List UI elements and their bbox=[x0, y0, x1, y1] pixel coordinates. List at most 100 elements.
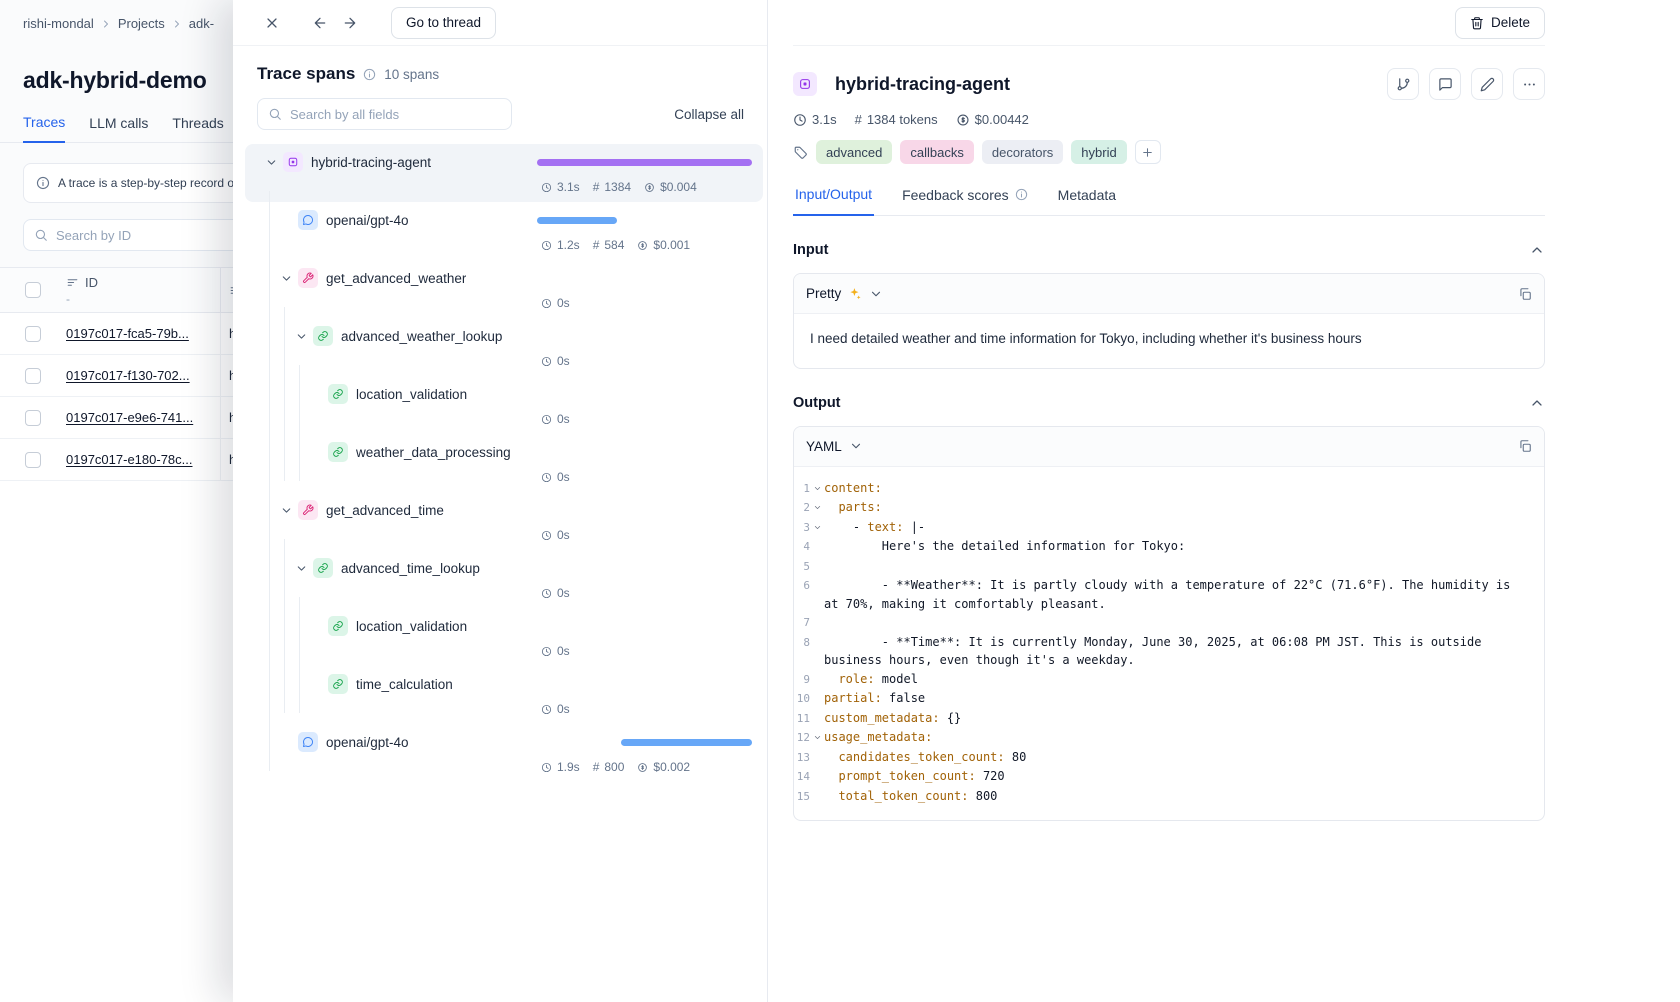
add-tag-button[interactable] bbox=[1135, 140, 1161, 164]
tags-row: advanced callbacks decorators hybrid bbox=[793, 140, 1545, 164]
chevron-spacer bbox=[304, 673, 328, 695]
search-by-id[interactable] bbox=[23, 219, 233, 251]
span-name: location_validation bbox=[356, 619, 467, 634]
go-to-thread-button[interactable]: Go to thread bbox=[391, 7, 496, 39]
output-format-select[interactable]: YAML bbox=[806, 439, 863, 454]
trace-id-cell: 0197c017-fca5-79b... bbox=[66, 313, 221, 354]
trace-id-link[interactable]: 0197c017-f130-702... bbox=[66, 368, 190, 383]
copy-output-button[interactable] bbox=[1518, 439, 1532, 453]
edit-button[interactable] bbox=[1471, 68, 1503, 100]
row-checkbox[interactable] bbox=[25, 326, 41, 342]
thread-view-button[interactable] bbox=[1387, 68, 1419, 100]
tag-hybrid[interactable]: hybrid bbox=[1071, 140, 1126, 164]
tab-metadata[interactable]: Metadata bbox=[1056, 186, 1118, 215]
spans-search-input[interactable] bbox=[290, 107, 501, 122]
clock-icon bbox=[541, 762, 552, 773]
fold-chevron-icon[interactable] bbox=[810, 728, 824, 748]
breadcrumb-item-projects[interactable]: Projects bbox=[118, 16, 165, 31]
chevron-down-icon[interactable] bbox=[289, 325, 313, 347]
copy-input-button[interactable] bbox=[1518, 287, 1532, 301]
cost-icon bbox=[637, 762, 648, 773]
span-row[interactable]: weather_data_processing0s bbox=[245, 434, 763, 492]
tab-threads[interactable]: Threads bbox=[172, 114, 223, 142]
trace-id-cell: 0197c017-e9e6-741... bbox=[66, 397, 221, 438]
trace-id-link[interactable]: 0197c017-e9e6-741... bbox=[66, 410, 193, 425]
table-row[interactable]: 0197c017-f130-702...h bbox=[0, 355, 233, 397]
input-format-select[interactable]: Pretty bbox=[806, 286, 883, 301]
trace-id-link[interactable]: 0197c017-e180-78c... bbox=[66, 452, 192, 467]
span-row[interactable]: hybrid-tracing-agent3.1s#1384$0.004 bbox=[245, 144, 763, 202]
tab-traces[interactable]: Traces bbox=[23, 114, 65, 143]
span-duration: 0s bbox=[541, 296, 570, 310]
fold-spacer bbox=[810, 633, 824, 670]
span-stats: 0s bbox=[541, 528, 752, 542]
table-row[interactable]: 0197c017-fca5-79b...h bbox=[0, 313, 233, 355]
output-section: Output YAML 1content:2 parts:3 - text: |… bbox=[793, 395, 1545, 822]
tree-guide-line bbox=[259, 557, 274, 579]
code-line: 8 - **Time**: It is currently Monday, Ju… bbox=[796, 633, 1528, 670]
line-number: 14 bbox=[796, 767, 810, 787]
span-row[interactable]: location_validation0s bbox=[245, 608, 763, 666]
clock-icon bbox=[541, 240, 552, 251]
chevron-down-icon[interactable] bbox=[274, 499, 298, 521]
delete-button[interactable]: Delete bbox=[1455, 7, 1545, 39]
code-line: 6 - **Weather**: It is partly cloudy wit… bbox=[796, 576, 1528, 613]
span-row[interactable]: advanced_weather_lookup0s bbox=[245, 318, 763, 376]
tag-decorators[interactable]: decorators bbox=[982, 140, 1063, 164]
select-all-checkbox[interactable] bbox=[25, 282, 41, 298]
span-cost: $0.004 bbox=[644, 180, 697, 194]
column-filter-placeholder: - bbox=[66, 292, 220, 306]
chevron-down-icon[interactable] bbox=[289, 557, 313, 579]
table-row[interactable]: 0197c017-e9e6-741...h bbox=[0, 397, 233, 439]
input-section: Input Pretty I need detailed weather and… bbox=[793, 242, 1545, 369]
fold-chevron-icon[interactable] bbox=[810, 479, 824, 499]
comment-button[interactable] bbox=[1429, 68, 1461, 100]
chevron-down-icon[interactable] bbox=[274, 267, 298, 289]
tree-guide-line bbox=[274, 673, 289, 695]
column-menu-icon[interactable] bbox=[66, 276, 79, 289]
more-actions-button[interactable] bbox=[1513, 68, 1545, 100]
tag-advanced[interactable]: advanced bbox=[816, 140, 892, 164]
chevron-spacer bbox=[304, 383, 328, 405]
code-text: prompt_token_count: 720 bbox=[824, 767, 1528, 787]
tab-input-output[interactable]: Input/Output bbox=[793, 186, 874, 216]
close-button[interactable] bbox=[257, 8, 287, 38]
trace-title: hybrid-tracing-agent bbox=[835, 74, 1377, 95]
fold-chevron-icon[interactable] bbox=[810, 498, 824, 518]
code-text: Here's the detailed information for Toky… bbox=[824, 537, 1528, 557]
row-checkbox[interactable] bbox=[25, 452, 41, 468]
breadcrumb-item-workspace[interactable]: rishi-mondal bbox=[23, 16, 94, 31]
search-by-id-input[interactable] bbox=[56, 228, 233, 243]
span-row[interactable]: location_validation0s bbox=[245, 376, 763, 434]
fold-chevron-icon[interactable] bbox=[810, 518, 824, 538]
span-row[interactable]: get_advanced_time0s bbox=[245, 492, 763, 550]
collapse-all-button[interactable]: Collapse all bbox=[674, 107, 744, 122]
trace-id-link[interactable]: 0197c017-fca5-79b... bbox=[66, 326, 189, 341]
span-row[interactable]: openai/gpt-4o1.9s#800$0.002 bbox=[245, 724, 763, 782]
fold-spacer bbox=[810, 767, 824, 787]
spans-search[interactable] bbox=[257, 98, 512, 130]
span-row[interactable]: openai/gpt-4o1.2s#584$0.001 bbox=[245, 202, 763, 260]
breadcrumb-item-project: adk- bbox=[189, 16, 214, 31]
tab-feedback-scores[interactable]: Feedback scores bbox=[900, 186, 1030, 215]
span-row[interactable]: get_advanced_weather0s bbox=[245, 260, 763, 318]
tool-icon bbox=[298, 268, 318, 288]
collapse-output-button[interactable] bbox=[1529, 395, 1545, 411]
output-section-title: Output bbox=[793, 395, 841, 411]
row-checkbox[interactable] bbox=[25, 410, 41, 426]
agent-icon bbox=[283, 152, 303, 172]
previous-trace-button[interactable] bbox=[305, 8, 335, 38]
span-row[interactable]: time_calculation0s bbox=[245, 666, 763, 724]
collapse-input-button[interactable] bbox=[1529, 242, 1545, 258]
span-tokens: #584 bbox=[593, 238, 625, 252]
tag-callbacks[interactable]: callbacks bbox=[900, 140, 973, 164]
duration-bar bbox=[537, 217, 617, 224]
id-column-header[interactable]: ID - bbox=[66, 268, 221, 312]
row-checkbox[interactable] bbox=[25, 368, 41, 384]
span-duration: 0s bbox=[541, 528, 570, 542]
tab-llm-calls[interactable]: LLM calls bbox=[89, 114, 148, 142]
span-row[interactable]: advanced_time_lookup0s bbox=[245, 550, 763, 608]
next-trace-button[interactable] bbox=[335, 8, 365, 38]
chevron-down-icon[interactable] bbox=[259, 151, 283, 173]
table-row[interactable]: 0197c017-e180-78c...h bbox=[0, 439, 233, 481]
